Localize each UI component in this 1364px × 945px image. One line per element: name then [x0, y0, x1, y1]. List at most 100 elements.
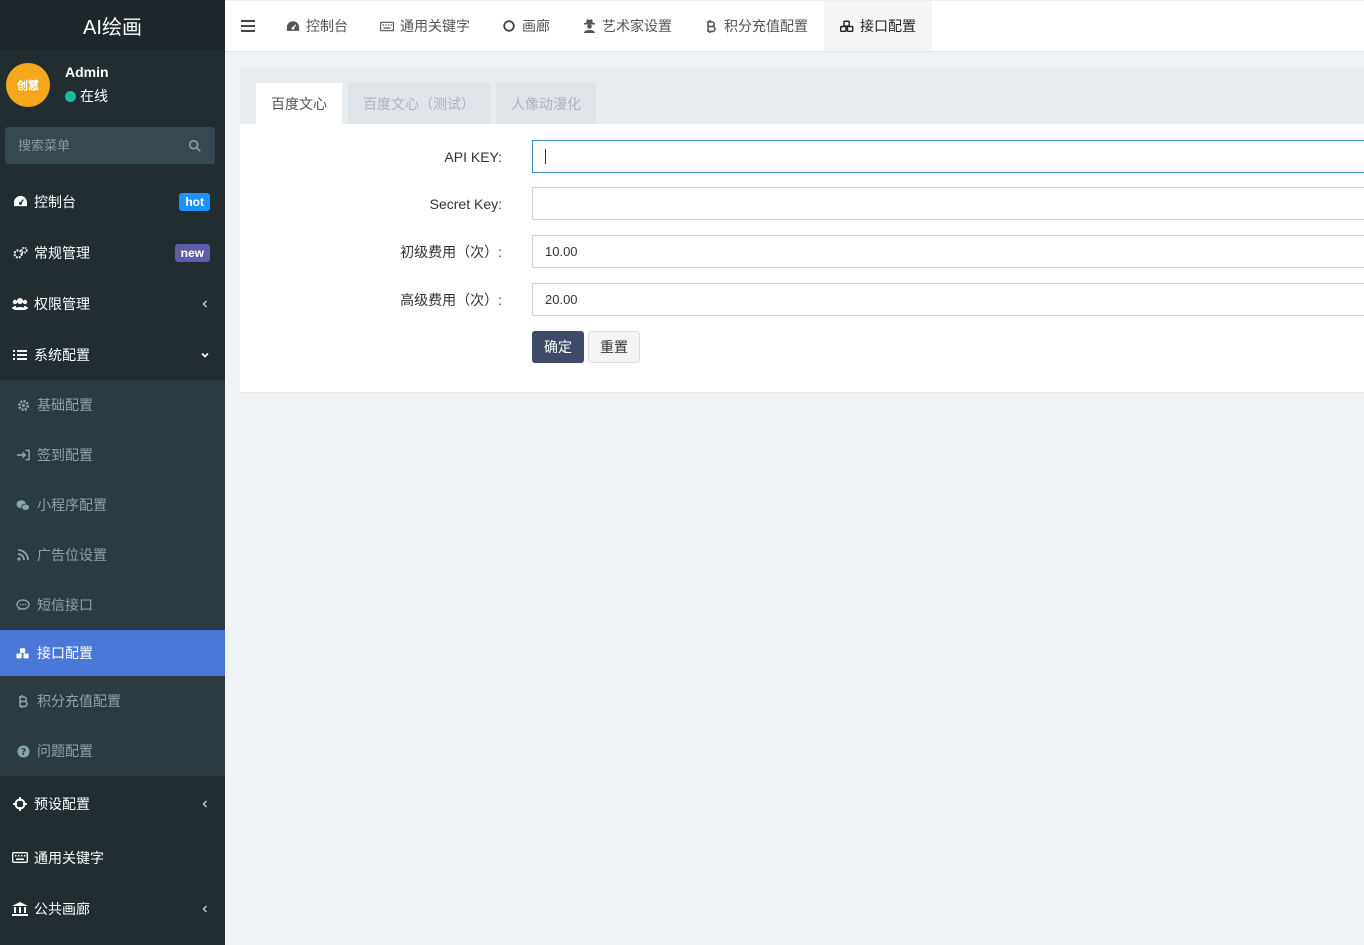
form-row-basic-fee: 初级费用（次）: [240, 235, 1364, 268]
bitcoin-icon [704, 19, 718, 33]
wechat-icon [16, 498, 30, 512]
tab-artist-settings[interactable]: 艺术家设置 [566, 1, 688, 51]
menu-toggle-icon[interactable] [225, 1, 270, 51]
sidebar-menu: 控制台 hot 常规管理 new 权限管理 系统配置 基础配置 签到配置 小程序… [0, 176, 225, 934]
sidebar-item-general[interactable]: 常规管理 new [0, 227, 225, 278]
sidebar-item-basic-config[interactable]: 基础配置 [0, 380, 225, 430]
circle-icon [502, 19, 516, 33]
tab-label: 接口配置 [860, 18, 916, 34]
svg-text:?: ? [20, 746, 25, 757]
hot-badge: hot [179, 192, 210, 211]
sidebar-item-api-config[interactable]: 接口配置 [0, 630, 225, 676]
sidebar-item-label: 常规管理 [34, 244, 90, 261]
secret-key-input[interactable] [532, 187, 1364, 220]
advanced-fee-input[interactable] [532, 283, 1364, 316]
sidebar-item-sms-api[interactable]: 短信接口 [0, 580, 225, 630]
tab-dashboard[interactable]: 控制台 [270, 1, 364, 51]
user-status-label: 在线 [80, 88, 108, 104]
cogs-icon [12, 245, 28, 261]
sidebar-item-keywords[interactable]: 通用关键字 [0, 832, 225, 883]
tab-baidu-wenxin[interactable]: 百度文心 [256, 83, 342, 124]
sidebar-item-points-recharge[interactable]: 积分充值配置 [0, 676, 225, 726]
sidebar-item-label: 通用关键字 [34, 849, 104, 866]
dashboard-icon [12, 194, 28, 210]
form-row-api-key: API KEY: [240, 140, 1364, 173]
sign-in-icon [16, 448, 30, 462]
tab-points-recharge[interactable]: 积分充值配置 [688, 1, 824, 51]
sidebar-item-label: 短信接口 [37, 597, 93, 613]
crosshairs-icon [12, 796, 28, 812]
tab-gallery[interactable]: 画廊 [486, 1, 566, 51]
list-icon [12, 347, 28, 363]
users-icon [12, 296, 28, 312]
tab-baidu-wenxin-test[interactable]: 百度文心（测试） [348, 83, 490, 124]
sidebar-item-preset-config[interactable]: 预设配置 [0, 776, 225, 832]
submit-button[interactable]: 确定 [532, 331, 584, 363]
sidebar-item-system-config[interactable]: 系统配置 [0, 329, 225, 380]
basic-fee-input[interactable] [532, 235, 1364, 268]
user-status: 在线 [65, 86, 109, 106]
sidebar-item-label: 签到配置 [37, 447, 93, 463]
sidebar-item-question-config[interactable]: ? 问题配置 [0, 726, 225, 776]
sidebar-item-label: 公共画廊 [34, 900, 90, 917]
advanced-fee-label: 高级费用（次）: [400, 291, 502, 308]
keyboard-icon [380, 19, 394, 33]
chevron-left-icon [202, 800, 208, 808]
tab-label: 通用关键字 [400, 18, 470, 34]
tab-label: 积分充值配置 [724, 18, 808, 34]
chevron-left-icon [202, 299, 208, 308]
chevron-left-icon [202, 904, 208, 913]
app-title[interactable]: AI绘画 [0, 0, 225, 50]
user-name: Admin [65, 64, 109, 80]
rss-icon [16, 548, 30, 562]
tab-label: 艺术家设置 [602, 18, 672, 34]
keyboard-icon [12, 850, 28, 866]
sidebar-item-label: 接口配置 [37, 645, 93, 661]
sidebar-item-label: 控制台 [34, 193, 76, 210]
search-icon[interactable] [188, 139, 202, 153]
sidebar-item-label: 预设配置 [34, 796, 90, 812]
bank-icon [12, 901, 28, 917]
search-input[interactable] [18, 138, 168, 153]
api-key-input[interactable] [532, 140, 1364, 173]
secret-key-label: Secret Key: [429, 195, 502, 212]
sidebar-item-ad-settings[interactable]: 广告位设置 [0, 530, 225, 580]
sidebar-item-label: 广告位设置 [37, 547, 107, 563]
tab-keywords[interactable]: 通用关键字 [364, 1, 486, 51]
chevron-down-icon [201, 352, 209, 358]
question-icon: ? [16, 744, 30, 758]
sidebar-item-permissions[interactable]: 权限管理 [0, 278, 225, 329]
sidebar-item-label: 系统配置 [34, 346, 90, 363]
api-key-label: API KEY: [444, 148, 502, 165]
comment-icon [16, 598, 30, 612]
tab-portrait-anime[interactable]: 人像动漫化 [496, 83, 596, 124]
sidebar-item-dashboard[interactable]: 控制台 hot [0, 176, 225, 227]
sidebar-item-public-gallery[interactable]: 公共画廊 [0, 883, 225, 934]
bitcoin-icon [16, 694, 30, 708]
sidebar-item-label: 积分充值配置 [37, 693, 121, 709]
panel-tab-bar: 百度文心 百度文心（测试） 人像动漫化 [240, 67, 1364, 124]
cubes-icon [16, 646, 30, 660]
tab-label: 画廊 [522, 18, 550, 34]
system-config-submenu: 基础配置 签到配置 小程序配置 广告位设置 短信接口 接口配置 积分充值配置 ?… [0, 380, 225, 776]
basic-fee-label: 初级费用（次）: [400, 243, 502, 260]
sidebar-item-label: 问题配置 [37, 743, 93, 759]
form-row-secret-key: Secret Key: [240, 187, 1364, 220]
dashboard-icon [286, 19, 300, 33]
top-nav-bar: 控制台 通用关键字 画廊 艺术家设置 积分充值配置 接口配置 [225, 0, 1364, 52]
text-caret [545, 149, 546, 164]
sidebar-item-checkin-config[interactable]: 签到配置 [0, 430, 225, 480]
form-row-advanced-fee: 高级费用（次）: [240, 283, 1364, 316]
reset-button[interactable]: 重置 [588, 331, 640, 363]
avatar: 创慧 [6, 63, 50, 107]
tab-api-config[interactable]: 接口配置 [824, 1, 932, 51]
sidebar-item-label: 基础配置 [37, 397, 93, 413]
user-panel: 创慧 Admin 在线 [0, 50, 225, 120]
config-panel: 百度文心 百度文心（测试） 人像动漫化 API KEY: Secret Key:… [240, 67, 1364, 393]
sidebar-item-label: 小程序配置 [37, 497, 107, 513]
online-dot-icon [65, 90, 76, 102]
sidebar-item-miniprogram-config[interactable]: 小程序配置 [0, 480, 225, 530]
sidebar: AI绘画 创慧 Admin 在线 控制台 hot 常规管理 new 权限管理 [0, 0, 225, 945]
gear-icon [16, 398, 30, 412]
new-badge: new [174, 243, 210, 262]
